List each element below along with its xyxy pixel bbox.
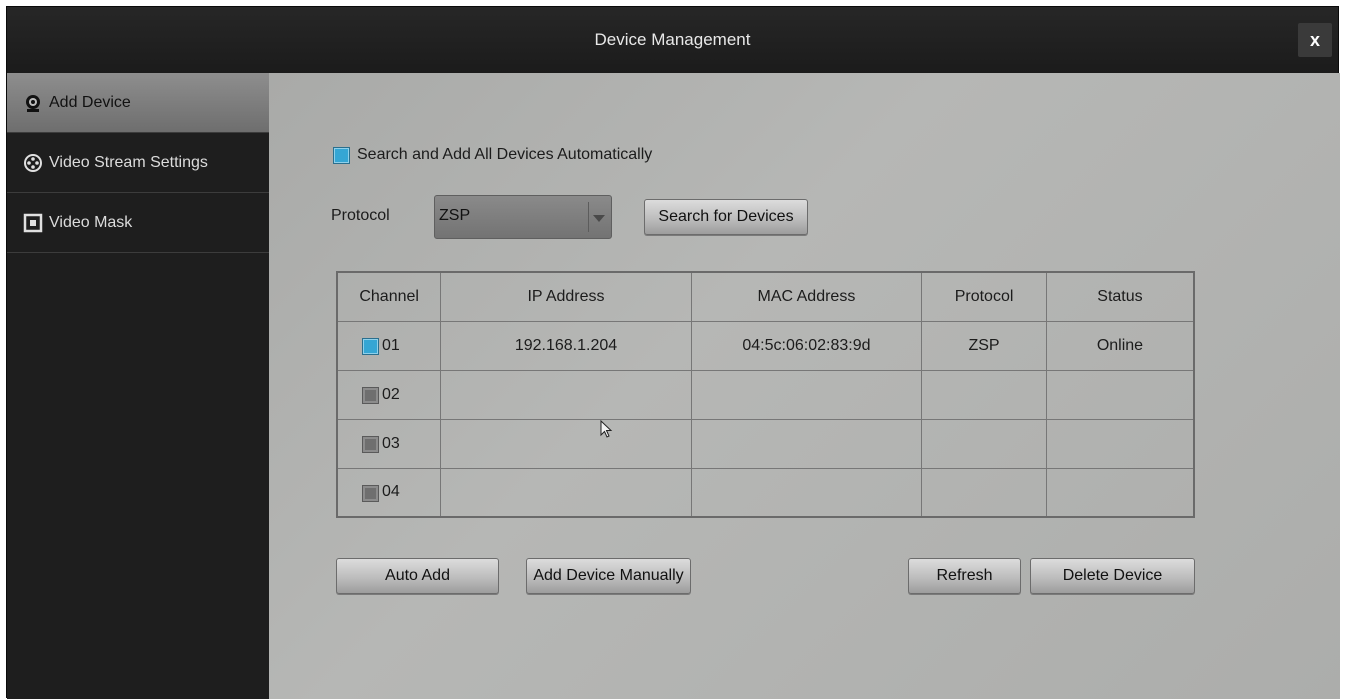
mac-address-cell: 04:5c:06:02:83:9d	[690, 320, 923, 371]
mouse-cursor-icon	[600, 420, 613, 438]
delete-device-button[interactable]: Delete Device	[1030, 558, 1195, 594]
channel-cell: 02	[336, 369, 442, 420]
channel-cell: 01	[336, 320, 442, 371]
search-for-devices-button[interactable]: Search for Devices	[644, 199, 808, 235]
table-row[interactable]: 04	[336, 467, 1195, 518]
ip-address-cell: 192.168.1.204	[440, 320, 692, 371]
status-cell: Online	[1045, 320, 1195, 371]
device-management-window: Device Management x Add Device Video Str…	[6, 6, 1340, 699]
channel-checkbox[interactable]	[362, 337, 379, 355]
protocol-cell	[921, 467, 1047, 518]
device-table: Channel IP Address MAC Address Protocol …	[336, 271, 1195, 518]
mac-address-cell	[690, 418, 923, 469]
status-cell	[1045, 369, 1195, 420]
sidebar-item-label: Video Mask	[49, 213, 133, 231]
table-row[interactable]: 02	[336, 369, 1195, 420]
sidebar-item-video-stream-settings[interactable]: Video Stream Settings	[7, 133, 269, 193]
window-title: Device Management	[594, 30, 751, 49]
ip-address-cell	[440, 418, 692, 469]
mac-address-cell	[690, 369, 923, 420]
protocol-cell	[921, 418, 1047, 469]
sidebar-item-video-mask[interactable]: Video Mask	[7, 193, 269, 253]
auto-search-checkbox[interactable]	[333, 147, 350, 164]
column-header-protocol: Protocol	[921, 271, 1047, 322]
select-divider	[588, 202, 589, 232]
sidebar-item-add-device[interactable]: Add Device	[7, 73, 269, 133]
channel-cell: 04	[336, 467, 442, 518]
column-header-ip-address: IP Address	[440, 271, 692, 322]
channel-number: 03	[382, 434, 400, 452]
column-header-status: Status	[1045, 271, 1195, 322]
channel-number: 04	[382, 483, 400, 501]
auto-search-label: Search and Add All Devices Automatically	[357, 146, 653, 163]
protocol-select[interactable]: ZSP	[434, 195, 612, 239]
ip-address-cell	[440, 467, 692, 518]
mask-square-icon	[23, 213, 43, 232]
film-reel-icon	[24, 153, 42, 172]
sidebar-item-label: Video Stream Settings	[49, 153, 208, 171]
webcam-icon	[26, 94, 40, 112]
channel-number: 02	[382, 385, 400, 403]
protocol-cell	[921, 369, 1047, 420]
channel-checkbox[interactable]	[362, 484, 379, 502]
protocol-cell: ZSP	[921, 320, 1047, 371]
status-cell	[1045, 467, 1195, 518]
table-header-row: Channel IP Address MAC Address Protocol …	[336, 271, 1195, 322]
close-button[interactable]: x	[1298, 23, 1332, 57]
title-bar: Device Management x	[7, 7, 1338, 73]
channel-cell: 03	[336, 418, 442, 469]
status-cell	[1045, 418, 1195, 469]
chevron-down-icon	[593, 215, 605, 222]
refresh-button[interactable]: Refresh	[908, 558, 1021, 594]
channel-checkbox[interactable]	[362, 435, 379, 453]
protocol-label: Protocol	[331, 207, 390, 224]
mac-address-cell	[690, 467, 923, 518]
channel-number: 01	[382, 336, 400, 354]
channel-checkbox[interactable]	[362, 386, 379, 404]
auto-add-button[interactable]: Auto Add	[336, 558, 499, 594]
table-row[interactable]: 01 192.168.1.204 04:5c:06:02:83:9d ZSP O…	[336, 320, 1195, 371]
table-row[interactable]: 03	[336, 418, 1195, 469]
sidebar: Add Device Video Stream Settings Video M…	[7, 73, 269, 699]
protocol-select-value: ZSP	[439, 207, 471, 224]
column-header-channel: Channel	[336, 271, 442, 322]
column-header-mac-address: MAC Address	[690, 271, 923, 322]
add-device-manually-button[interactable]: Add Device Manually	[526, 558, 691, 594]
ip-address-cell	[440, 369, 692, 420]
sidebar-item-label: Add Device	[49, 93, 131, 111]
add-device-panel: Search and Add All Devices Automatically…	[269, 73, 1340, 699]
